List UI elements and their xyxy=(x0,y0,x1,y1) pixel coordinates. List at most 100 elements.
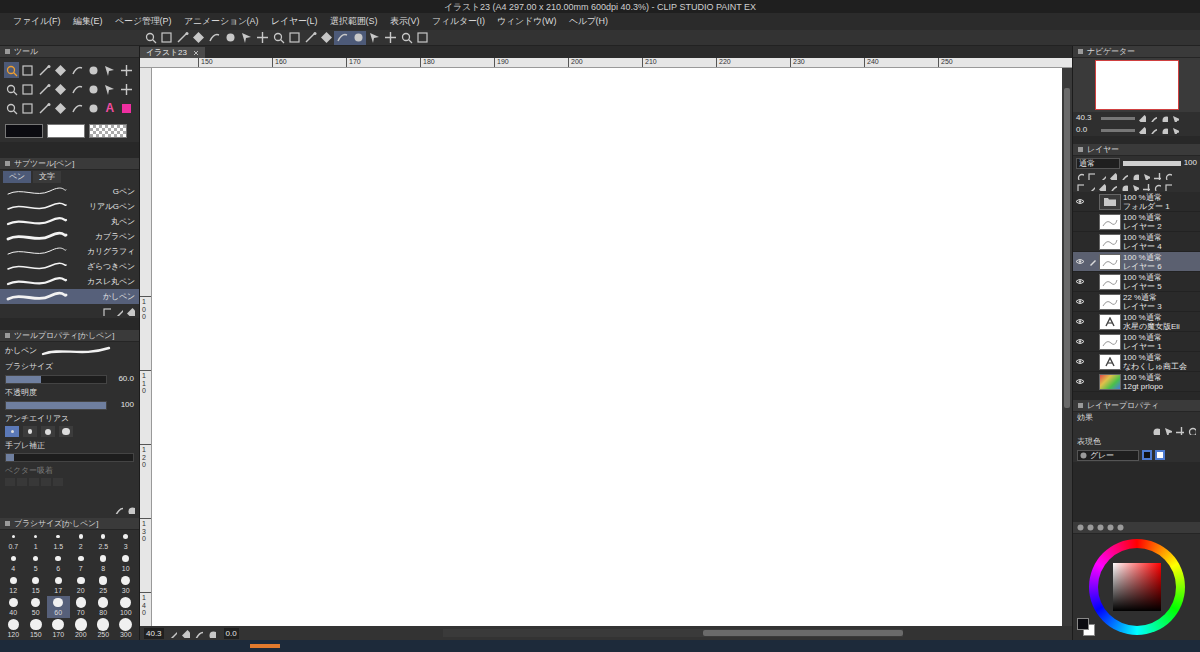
blend-mode-value[interactable]: 通常 xyxy=(1079,159,1095,168)
sub-color-swatch[interactable] xyxy=(47,124,85,138)
eye-icon[interactable] xyxy=(1075,378,1085,385)
layer-name[interactable]: 12gt prlopo xyxy=(1123,382,1198,391)
brush-size-label[interactable]: 3 xyxy=(124,543,128,551)
menu-item[interactable]: 表示(V) xyxy=(385,14,425,29)
transparent-color-swatch[interactable] xyxy=(89,124,127,138)
brush-size-cell[interactable]: 1.5 xyxy=(47,530,70,552)
command-icon[interactable] xyxy=(190,31,206,45)
tool-button[interactable] xyxy=(86,62,101,78)
tool-button[interactable] xyxy=(70,81,85,97)
layer-tool-icon[interactable] xyxy=(1131,183,1139,191)
navigator-icon[interactable] xyxy=(1171,114,1179,122)
navigator-icon[interactable] xyxy=(1138,126,1146,134)
tool-icon[interactable] xyxy=(103,83,116,96)
black-swatch-icon[interactable] xyxy=(1142,450,1152,460)
eye-icon[interactable] xyxy=(1075,298,1085,305)
brush-size-label[interactable]: 100 xyxy=(120,609,132,617)
layer-name[interactable]: 水星の魔女版Eli xyxy=(1123,322,1198,331)
menu-item[interactable]: アニメーション(A) xyxy=(179,14,264,29)
action-icon[interactable] xyxy=(114,505,123,514)
brush-size-label[interactable]: 20 xyxy=(77,587,85,595)
sub-tool-label[interactable]: リアルGペン xyxy=(70,202,135,212)
tool-icon[interactable] xyxy=(38,102,51,115)
sub-tool-item[interactable]: リアルGペン xyxy=(0,199,139,214)
tool-icon[interactable] xyxy=(87,102,100,115)
color-swatch-icon[interactable] xyxy=(121,103,132,114)
scroll-thumb[interactable] xyxy=(703,630,903,636)
brush-size-label[interactable]: 7 xyxy=(79,565,83,573)
effect-icon[interactable] xyxy=(1151,426,1160,435)
command-icon[interactable] xyxy=(174,31,190,45)
layer-tool-icon[interactable] xyxy=(1142,172,1150,180)
brush-size-cell[interactable]: 50 xyxy=(25,596,48,618)
layer-tool-icon[interactable] xyxy=(1164,183,1172,191)
sub-tool-tab[interactable]: 文字 xyxy=(33,171,61,183)
taskbar-app-icon[interactable] xyxy=(250,644,280,648)
slider-value[interactable]: 100 xyxy=(110,400,134,410)
brush-size-cell[interactable]: 6 xyxy=(47,552,70,574)
brush-size-label[interactable]: 120 xyxy=(7,631,19,639)
navigator-icon[interactable] xyxy=(1160,114,1168,122)
action-icon[interactable] xyxy=(126,505,135,514)
main-color-indicator[interactable] xyxy=(1077,618,1089,630)
menu-item[interactable]: フィルター(I) xyxy=(427,14,491,29)
command-icon[interactable] xyxy=(382,31,398,45)
visibility-toggle[interactable] xyxy=(1073,252,1086,271)
sub-tool-tab[interactable]: ペン xyxy=(3,171,31,183)
effect-icon[interactable] xyxy=(1163,426,1172,435)
antialias-option[interactable] xyxy=(23,426,37,437)
command-icon[interactable] xyxy=(270,31,286,45)
layer-row[interactable]: 100 %通常レイヤー 1 xyxy=(1073,332,1200,352)
layer-tool-icon[interactable] xyxy=(1087,172,1095,180)
tool-button[interactable] xyxy=(20,62,35,78)
sub-tool-label[interactable]: カスレ丸ペン xyxy=(70,277,135,287)
eye-icon[interactable] xyxy=(1075,198,1085,205)
action-icon[interactable] xyxy=(114,307,123,316)
brush-size-label[interactable]: 5 xyxy=(34,565,38,573)
tool-icon[interactable] xyxy=(38,64,51,77)
white-swatch-icon[interactable] xyxy=(1155,450,1165,460)
eye-icon[interactable] xyxy=(1075,338,1085,345)
navigator-slider[interactable] xyxy=(1101,129,1135,132)
visibility-toggle[interactable] xyxy=(1073,352,1086,371)
tool-button[interactable]: A xyxy=(102,100,117,116)
eye-icon[interactable] xyxy=(1075,358,1085,365)
document-tab-label[interactable]: イラスト23 xyxy=(146,48,187,58)
action-icon[interactable] xyxy=(102,307,111,316)
brush-size-cell[interactable]: 25 xyxy=(92,574,115,596)
brush-size-cell[interactable]: 15 xyxy=(25,574,48,596)
menu-item[interactable]: 選択範囲(S) xyxy=(325,14,383,29)
command-icon[interactable] xyxy=(318,31,334,45)
brush-size-cell[interactable]: 40 xyxy=(2,596,25,618)
color-tab-icon[interactable] xyxy=(1117,524,1124,531)
command-icon[interactable] xyxy=(398,31,414,45)
brush-size-cell[interactable]: 60 xyxy=(47,596,70,618)
brush-size-label[interactable]: 170 xyxy=(52,631,64,639)
brush-size-cell[interactable]: 70 xyxy=(70,596,93,618)
command-icon[interactable] xyxy=(302,31,318,45)
brush-size-label[interactable]: 12 xyxy=(9,587,17,595)
command-icon[interactable] xyxy=(222,31,238,45)
tool-button[interactable] xyxy=(119,62,134,78)
visibility-toggle[interactable] xyxy=(1073,212,1086,231)
sub-tool-item[interactable]: 丸ペン xyxy=(0,214,139,229)
layer-tool-icon[interactable] xyxy=(1109,172,1117,180)
visibility-toggle[interactable] xyxy=(1073,192,1086,211)
tool-icon[interactable] xyxy=(54,83,67,96)
tool-icon[interactable] xyxy=(87,83,100,96)
brush-size-label[interactable]: 25 xyxy=(99,587,107,595)
layer-row[interactable]: 100 %通常フォルダー 1 xyxy=(1073,192,1200,212)
effect-icon[interactable] xyxy=(1187,426,1196,435)
brush-size-cell[interactable]: 5 xyxy=(25,552,48,574)
expression-color-dropdown[interactable]: グレー xyxy=(1077,450,1139,461)
tool-button[interactable] xyxy=(53,62,68,78)
brush-size-label[interactable]: 4 xyxy=(11,565,15,573)
brush-size-label[interactable]: 2.5 xyxy=(98,543,108,551)
visibility-toggle[interactable] xyxy=(1073,232,1086,251)
tool-button[interactable] xyxy=(20,81,35,97)
brush-size-label[interactable]: 80 xyxy=(99,609,107,617)
sub-tool-item[interactable]: カリグラフィ xyxy=(0,244,139,259)
brush-size-cell[interactable]: 4 xyxy=(2,552,25,574)
command-icon[interactable] xyxy=(158,31,174,45)
tool-button[interactable] xyxy=(53,100,68,116)
